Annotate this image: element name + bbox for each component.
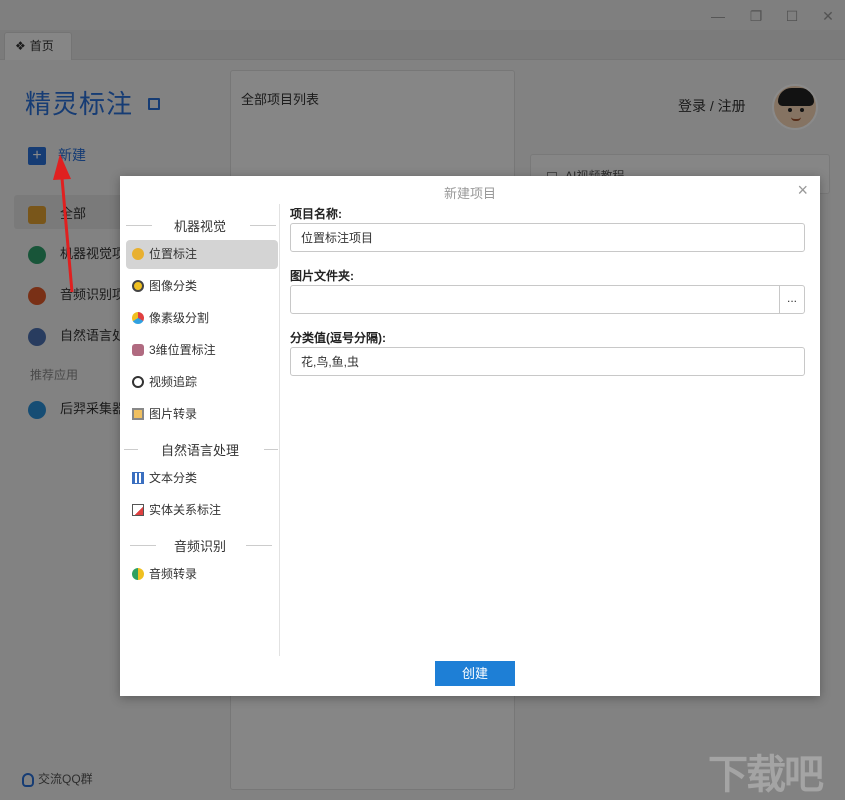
watermark-logo: 下载吧 <box>708 753 824 797</box>
annotation-arrow <box>53 154 74 293</box>
